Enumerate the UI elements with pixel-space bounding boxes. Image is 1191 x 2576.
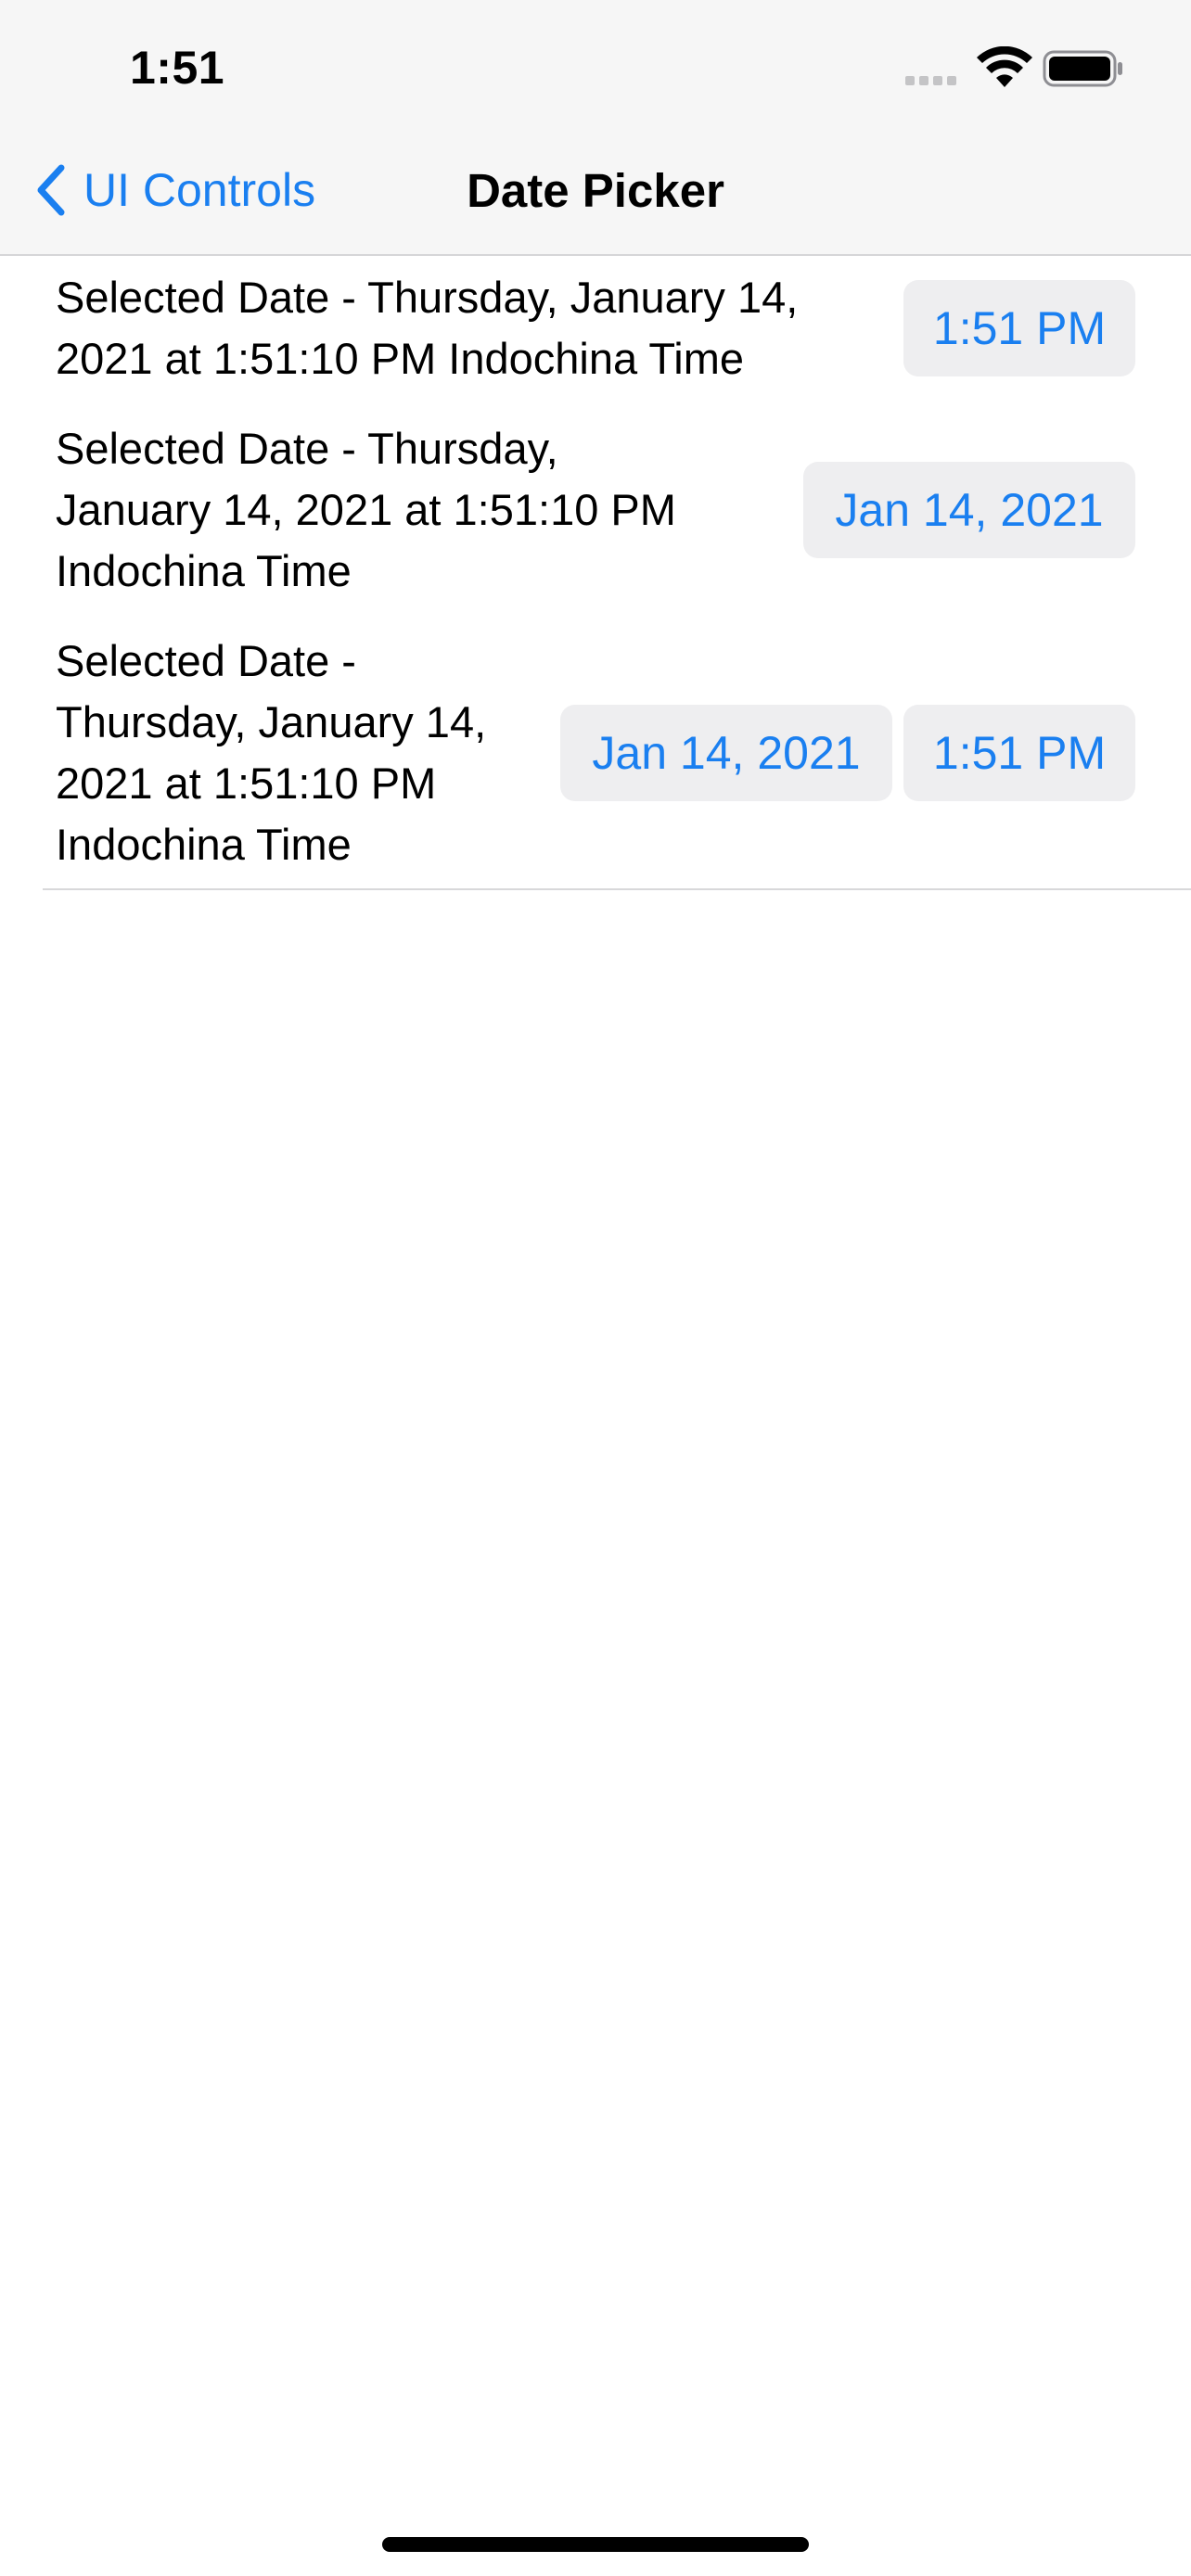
time-picker-button[interactable]: 1:51 PM: [903, 705, 1135, 801]
date-picker-button[interactable]: Jan 14, 2021: [560, 705, 892, 801]
selected-date-line: Indochina Time: [56, 820, 352, 869]
selected-date-label: Selected Date - Thursday, January 14, 20…: [56, 418, 676, 602]
selected-date-line: January 14, 2021 at 1:51:10 PM: [56, 485, 676, 534]
selected-date-line: 2021 at 1:51:10 PM: [56, 759, 437, 808]
wifi-icon: [977, 46, 1032, 87]
cellular-signal-icon: [905, 76, 956, 85]
date-picker-button[interactable]: Jan 14, 2021: [803, 462, 1135, 558]
selected-date-line: 2021 at 1:51:10 PM Indochina Time: [56, 334, 745, 383]
selected-date-line: Selected Date -: [56, 636, 356, 685]
list-bottom-divider: [43, 888, 1191, 890]
selected-date-line: Selected Date - Thursday,: [56, 424, 558, 473]
selected-date-label: Selected Date - Thursday, January 14, 20…: [56, 631, 486, 875]
selected-date-line: Indochina Time: [56, 546, 352, 595]
time-picker-button[interactable]: 1:51 PM: [903, 280, 1135, 376]
battery-icon: [1043, 50, 1122, 87]
navigation-header: 1:51 UI Controls Date Picker: [0, 0, 1191, 256]
selected-date-line: Thursday, January 14,: [56, 697, 487, 746]
page-title: Date Picker: [467, 164, 724, 217]
status-time: 1:51: [130, 42, 225, 94]
home-indicator[interactable]: [382, 2537, 809, 2552]
selected-date-line: Selected Date - Thursday, January 14,: [56, 273, 799, 322]
selected-date-label: Selected Date - Thursday, January 14, 20…: [56, 267, 798, 389]
